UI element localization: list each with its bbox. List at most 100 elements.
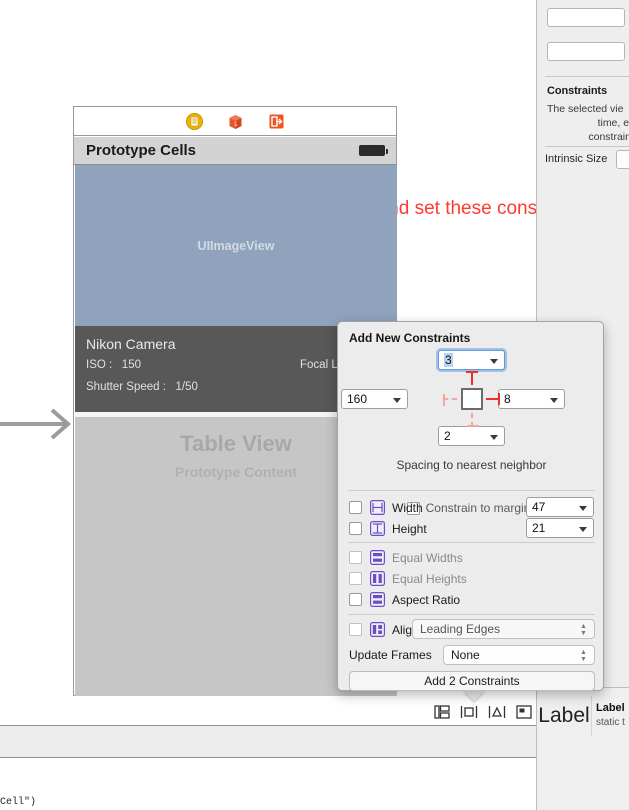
chevron-down-icon[interactable] — [490, 435, 498, 440]
stack-icon — [434, 705, 450, 719]
bottom-strut-toggle[interactable] — [467, 413, 479, 427]
image-view-cell[interactable]: UIImageView — [75, 165, 397, 326]
scene-entry-arrow-icon — [0, 408, 72, 440]
height-icon — [370, 521, 385, 536]
right-strut-toggle[interactable] — [486, 393, 500, 405]
pin-button[interactable] — [486, 703, 508, 721]
left-spacing-field[interactable]: 160 — [341, 389, 408, 409]
first-responder-icon[interactable]: 1 — [227, 113, 244, 130]
inspector-divider-bottom — [545, 146, 629, 147]
update-frames-label: Update Frames — [349, 648, 432, 662]
intrinsic-size-label: Intrinsic Size — [545, 153, 608, 165]
shutter-value: 1/50 — [175, 381, 198, 393]
image-view-label: UIImageView — [197, 238, 275, 253]
height-label: Height — [392, 521, 427, 536]
left-spacing-value: 160 — [347, 392, 368, 406]
equal-heights-row[interactable]: Equal Heights — [338, 568, 605, 589]
align-icon — [461, 706, 478, 718]
shutter-row: Shutter Speed : 1/50 — [86, 381, 198, 393]
resolve-issues-icon — [516, 705, 532, 719]
chevron-down-icon[interactable] — [550, 398, 558, 403]
object-library-panel[interactable]: Label Label static t — [536, 652, 629, 810]
popover-arrow — [463, 690, 485, 701]
align-value: Leading Edges — [420, 622, 501, 636]
aspect-ratio-icon — [370, 592, 385, 607]
iso-label: ISO : — [86, 359, 113, 371]
nav-bar-title: Prototype Cells — [86, 142, 197, 159]
right-spacing-field[interactable]: 8 — [498, 389, 565, 409]
align-select[interactable]: Leading Edges ▲ ▼ — [412, 619, 595, 639]
view-controller-icon[interactable] — [185, 112, 203, 130]
aspect-ratio-label: Aspect Ratio — [392, 592, 461, 607]
inspector-field-1[interactable] — [547, 8, 625, 27]
chevron-down-icon[interactable] — [490, 359, 498, 364]
inspector-section-title: Constraints — [547, 85, 608, 97]
top-strut-toggle[interactable] — [466, 371, 478, 385]
iso-value: 150 — [121, 359, 141, 371]
spacing-box-glyph — [461, 388, 483, 410]
stack-button[interactable] — [431, 703, 453, 721]
stepper-chevrons-icon[interactable]: ▲ ▼ — [579, 648, 588, 663]
height-row[interactable]: Height 21 — [338, 518, 605, 539]
spacing-caption: Spacing to nearest neighbor — [396, 458, 547, 472]
update-frames-select[interactable]: None ▲ ▼ — [443, 645, 595, 665]
exit-icon[interactable] — [268, 113, 285, 130]
chevron-down-icon[interactable] — [579, 506, 587, 511]
popover-divider-3 — [348, 614, 595, 615]
height-value-field[interactable]: 21 — [526, 518, 594, 538]
width-value-field[interactable]: 47 — [526, 497, 594, 517]
width-value: 47 — [532, 500, 546, 514]
width-icon — [370, 500, 385, 515]
equal-heights-label: Equal Heights — [392, 571, 467, 586]
scene-dock[interactable]: 1 — [74, 107, 396, 136]
equal-widths-row[interactable]: Equal Widths — [338, 547, 605, 568]
height-checkbox[interactable] — [349, 522, 362, 535]
popover-divider-2 — [348, 542, 595, 543]
aspect-ratio-checkbox[interactable] — [349, 593, 362, 606]
popover-title: Add New Constraints — [349, 331, 471, 345]
stepper-chevrons-icon[interactable]: ▲ ▼ — [579, 622, 588, 637]
equal-heights-checkbox[interactable] — [349, 572, 362, 585]
chevron-down-icon[interactable] — [393, 398, 401, 403]
library-item-title: Label — [596, 702, 625, 714]
intrinsic-size-popup[interactable] — [616, 150, 629, 169]
library-item-preview[interactable]: Label — [537, 696, 592, 736]
navigation-bar[interactable]: Prototype Cells — [74, 137, 396, 165]
aspect-ratio-row[interactable]: Aspect Ratio — [338, 589, 605, 610]
camera-name-label: Nikon Camera — [86, 336, 176, 352]
align-row[interactable]: Align Leading Edges ▲ ▼ — [338, 619, 605, 640]
width-row[interactable]: Width 47 — [338, 497, 605, 518]
width-label: Width — [392, 500, 423, 515]
equal-widths-label: Equal Widths — [392, 550, 463, 565]
spacing-widget[interactable]: 3 160 8 2 Spacing to nearest neighbor Co… — [338, 350, 605, 515]
code-snippet-text: Cell") — [0, 797, 37, 808]
add-constraints-button[interactable]: Add 2 Constraints — [349, 671, 595, 691]
align-button[interactable] — [458, 703, 480, 721]
align-checkbox[interactable] — [349, 623, 362, 636]
canvas-grey-strip — [0, 725, 536, 758]
autolayout-toolbar[interactable] — [431, 700, 535, 724]
iso-row: ISO : 150 — [86, 359, 141, 371]
add-new-constraints-popover[interactable]: Add New Constraints 3 160 8 2 Spacing to… — [337, 321, 604, 691]
inspector-description-line-3: constraints w — [588, 131, 629, 143]
xcode-storyboard-window: select lens label and set these constrai… — [0, 0, 629, 810]
inspector-description-line-2: time, explici — [597, 117, 629, 129]
top-spacing-field[interactable]: 3 — [438, 350, 505, 370]
chevron-down-icon[interactable] — [579, 527, 587, 532]
equal-widths-checkbox[interactable] — [349, 551, 362, 564]
battery-icon — [359, 145, 388, 156]
bottom-spacing-field[interactable]: 2 — [438, 426, 505, 446]
pin-icon — [488, 706, 505, 718]
equal-widths-icon — [370, 550, 385, 565]
align-icon — [370, 622, 385, 637]
popover-divider-1 — [348, 490, 595, 491]
top-spacing-value: 3 — [444, 353, 453, 367]
inspector-field-2[interactable] — [547, 42, 625, 61]
update-frames-value: None — [451, 648, 480, 662]
width-checkbox[interactable] — [349, 501, 362, 514]
right-spacing-value: 8 — [504, 392, 511, 406]
left-strut-toggle[interactable] — [443, 394, 457, 406]
equal-heights-icon — [370, 571, 385, 586]
resolve-issues-button[interactable] — [513, 703, 535, 721]
height-value: 21 — [532, 521, 546, 535]
